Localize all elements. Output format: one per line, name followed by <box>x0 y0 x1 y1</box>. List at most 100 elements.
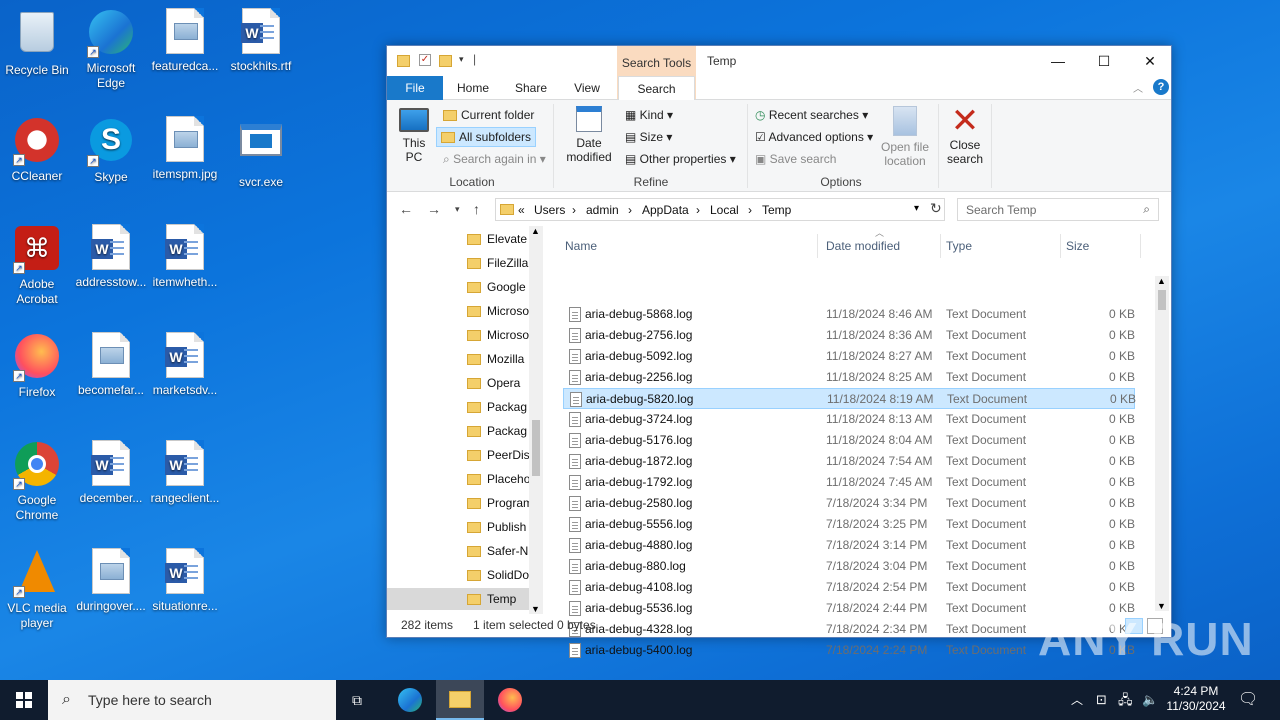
taskbar-edge[interactable] <box>386 680 434 720</box>
close-search-button[interactable]: ✕ Close search <box>943 104 987 166</box>
scroll-down-icon[interactable]: ▼ <box>531 604 540 614</box>
desktop-icon[interactable]: ↗ VLC media player <box>0 548 74 631</box>
network-icon[interactable]: 🖧 <box>1118 680 1133 720</box>
search-again-button[interactable]: ⌕ Search again in ▾ <box>439 152 550 166</box>
desktop-icon[interactable]: ↗ Firefox <box>0 332 74 400</box>
breadcrumb-item[interactable]: admin <box>586 203 619 217</box>
list-scrollbar[interactable]: ▲ ▼ <box>1155 276 1169 611</box>
desktop-icon[interactable]: Wsituationre... <box>148 548 222 614</box>
desktop-icon[interactable]: Wdecember... <box>74 440 148 506</box>
scroll-up-icon[interactable]: ▲ <box>531 226 540 236</box>
nav-item[interactable]: Opera <box>467 372 531 394</box>
breadcrumb-item[interactable]: AppData <box>642 203 689 217</box>
tab-share[interactable]: Share <box>503 76 559 100</box>
properties-icon[interactable]: ✓ <box>419 54 431 66</box>
volume-icon[interactable]: 🔈 <box>1142 680 1158 720</box>
nav-item[interactable]: Packag <box>467 420 531 442</box>
file-row[interactable]: aria-debug-1872.log 11/18/2024 7:54 AM Tex… <box>563 451 1135 472</box>
qat-dropdown-icon[interactable]: ▾ <box>459 54 473 68</box>
address-dropdown-icon[interactable]: ▾ <box>914 203 919 214</box>
open-file-location-button[interactable]: Open file location <box>877 106 933 168</box>
nav-item[interactable]: Placeho <box>467 468 531 490</box>
address-bar[interactable]: « Users › admin › AppData › Local › Temp ▾ ↻ <box>495 198 945 221</box>
file-row[interactable]: aria-debug-2256.log 11/18/2024 8:25 AM Tex… <box>563 367 1135 388</box>
tab-search[interactable]: Search <box>618 76 695 101</box>
kind-button[interactable]: ▦ Kind ▾ <box>625 108 673 122</box>
desktop-icon[interactable]: ↗ Google Chrome <box>0 440 74 523</box>
breadcrumb-separator-icon[interactable]: › <box>572 203 576 217</box>
new-folder-icon[interactable] <box>439 53 453 67</box>
nav-item[interactable]: Program <box>467 492 531 514</box>
notifications-icon[interactable]: 🗨 <box>1238 680 1258 720</box>
breadcrumb-item[interactable]: Users <box>534 203 565 217</box>
nav-item[interactable]: Publish <box>467 516 531 538</box>
taskbar-file-explorer[interactable] <box>436 680 484 720</box>
breadcrumb-item[interactable]: Local <box>710 203 739 217</box>
tray-app-icon[interactable]: ⊡ <box>1096 680 1107 720</box>
recent-searches-button[interactable]: ◷ Recent searches ▾ <box>755 108 868 122</box>
nav-item[interactable]: Microso <box>467 300 531 322</box>
nav-item[interactable]: Packag <box>467 396 531 418</box>
file-row[interactable]: aria-debug-880.log 7/18/2024 3:04 PM Text … <box>563 556 1135 577</box>
desktop-icon[interactable]: ⌘ ↗ Adobe Acrobat <box>0 224 74 307</box>
file-row[interactable]: aria-debug-4108.log 7/18/2024 2:54 PM Text… <box>563 577 1135 598</box>
nav-item[interactable]: Google <box>467 276 531 298</box>
file-row[interactable]: aria-debug-5176.log 11/18/2024 8:04 AM Tex… <box>563 430 1135 451</box>
file-row[interactable]: aria-debug-3724.log 11/18/2024 8:13 AM Tex… <box>563 409 1135 430</box>
file-row[interactable]: aria-debug-2756.log 11/18/2024 8:36 AM Tex… <box>563 325 1135 346</box>
nav-item[interactable]: Elevate <box>467 228 531 250</box>
current-folder-button[interactable]: Current folder <box>439 106 538 124</box>
tab-file[interactable]: File <box>387 76 443 100</box>
column-size[interactable]: Size <box>1061 234 1141 258</box>
advanced-options-button[interactable]: ☑ Advanced options ▾ <box>755 130 873 144</box>
start-button[interactable] <box>0 680 48 720</box>
nav-item[interactable]: SolidDo <box>467 564 531 586</box>
taskbar-search-box[interactable]: ⌕ Type here to search <box>48 680 336 720</box>
breadcrumb-separator-icon[interactable]: › <box>628 203 632 217</box>
desktop-icon[interactable]: Recycle Bin <box>0 8 74 78</box>
desktop-icon[interactable]: featuredca... <box>148 8 222 74</box>
desktop-icon[interactable]: Wmarketsdv... <box>148 332 222 398</box>
search-input[interactable]: Search Temp ⌕ <box>957 198 1159 221</box>
desktop-icon[interactable]: itemspm.jpg <box>148 116 222 182</box>
breadcrumb-item[interactable]: Temp <box>762 203 791 217</box>
breadcrumb-separator-icon[interactable]: › <box>748 203 752 217</box>
clock[interactable]: 4:24 PM 11/30/2024 <box>1160 684 1232 714</box>
tray-overflow-icon[interactable]: ︿ <box>1071 680 1083 720</box>
task-view-button[interactable]: ⧉ <box>336 680 384 720</box>
nav-item[interactable]: FileZilla <box>467 252 531 274</box>
file-row[interactable]: aria-debug-1792.log 11/18/2024 7:45 AM Tex… <box>563 472 1135 493</box>
minimize-button[interactable]: — <box>1035 46 1081 76</box>
nav-item[interactable]: Mozilla <box>467 348 531 370</box>
breadcrumb-separator-icon[interactable]: › <box>696 203 700 217</box>
close-button[interactable]: ✕ <box>1127 46 1173 76</box>
this-pc-button[interactable]: This PC <box>397 108 431 164</box>
scroll-down-icon[interactable]: ▼ <box>1157 601 1166 611</box>
nav-scroll-thumb[interactable] <box>532 420 540 476</box>
collapse-ribbon-icon[interactable]: ︿ <box>1133 80 1143 95</box>
desktop-icon[interactable]: Waddresstow... <box>74 224 148 290</box>
desktop-icon[interactable]: duringover.... <box>74 548 148 614</box>
desktop-icon[interactable]: Wrangeclient... <box>148 440 222 506</box>
file-row[interactable]: aria-debug-5092.log 11/18/2024 8:27 AM Tex… <box>563 346 1135 367</box>
help-icon[interactable]: ? <box>1153 79 1169 95</box>
nav-item[interactable]: Temp <box>467 588 531 610</box>
file-row[interactable]: aria-debug-5556.log 7/18/2024 3:25 PM Text… <box>563 514 1135 535</box>
nav-item[interactable]: Microso <box>467 324 531 346</box>
save-search-button[interactable]: ▣ Save search <box>755 152 836 166</box>
file-row[interactable]: aria-debug-2580.log 7/18/2024 3:34 PM Text… <box>563 493 1135 514</box>
maximize-button[interactable]: ☐ <box>1081 46 1127 76</box>
all-subfolders-button[interactable]: All subfolders <box>436 127 537 147</box>
desktop-icon[interactable]: ↗ CCleaner <box>0 116 74 184</box>
date-modified-button[interactable]: Date modified <box>561 106 617 164</box>
desktop-icon[interactable]: S ↗ Skype <box>74 116 148 185</box>
file-row[interactable]: aria-debug-5820.log 11/18/2024 8:19 AM Tex… <box>563 388 1136 409</box>
list-scroll-thumb[interactable] <box>1158 290 1166 310</box>
desktop-icon[interactable]: Witemwheth... <box>148 224 222 290</box>
file-row[interactable]: aria-debug-4880.log 7/18/2024 3:14 PM Text… <box>563 535 1135 556</box>
tab-home[interactable]: Home <box>443 76 503 100</box>
refresh-icon[interactable]: ↻ <box>930 200 942 217</box>
tab-view[interactable]: View <box>559 76 615 100</box>
taskbar-firefox[interactable] <box>486 680 534 720</box>
nav-scrollbar[interactable]: ▲ ▼ <box>529 226 543 614</box>
